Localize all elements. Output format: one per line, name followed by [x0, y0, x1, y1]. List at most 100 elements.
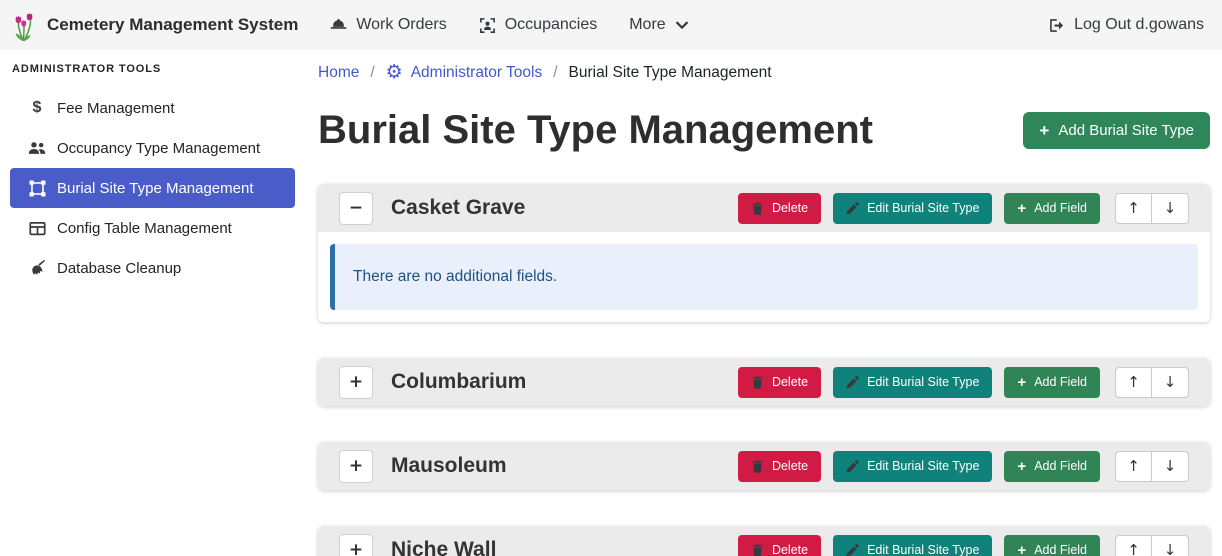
move-up-button[interactable]: ↑: [1115, 367, 1152, 398]
add-field-button[interactable]: +Add Field: [1004, 451, 1100, 482]
broom-icon: [27, 260, 47, 277]
panel-mausoleum: + Mausoleum Delete Edit Burial Site Type +Ad…: [318, 442, 1210, 490]
add-field-button[interactable]: + Add Field: [1004, 193, 1100, 224]
nav-link-label: More: [629, 16, 665, 34]
panel-actions: Delete Edit Burial Site Type + Add Field ↑↓: [738, 535, 1189, 556]
panel-header: +Niche WallDeleteEdit Burial Site Type+A…: [318, 526, 1210, 556]
panel-toggle-button[interactable]: −: [339, 192, 373, 225]
app-brand[interactable]: Cemetery Management System: [10, 8, 298, 42]
move-up-button[interactable]: ↑: [1115, 193, 1152, 224]
logout-label: Log Out d.gowans: [1074, 16, 1204, 34]
gear-icon: ⚙: [386, 63, 403, 82]
panel-header: −Casket Grave Delete Edit Burial Site Type…: [318, 184, 1210, 232]
sidebar-item-label: Occupancy Type Management: [57, 140, 260, 157]
burial-site-type-list: −Casket Grave Delete Edit Burial Site Type…: [318, 184, 1210, 556]
logout-button[interactable]: Log Out d.gowans: [1048, 16, 1204, 34]
sidebar-item-database-cleanup[interactable]: Database Cleanup: [10, 248, 295, 288]
plus-icon: +: [1017, 201, 1026, 216]
delete-button[interactable]: Delete: [738, 193, 821, 224]
pencil-icon: [846, 460, 859, 473]
panel-title: Columbarium: [391, 370, 526, 394]
edit-label: Edit Burial Site Type: [867, 375, 979, 389]
navbar-links: Work Orders Occupancies More: [330, 16, 688, 34]
table-icon: [27, 220, 47, 237]
breadcrumb: Home/⚙Administrator Tools/Burial Site Ty…: [318, 63, 1210, 82]
sidebar: Administrator Tools $ Fee Management Occup…: [0, 50, 308, 556]
edit-burial-site-type-button[interactable]: Edit Burial Site Type: [833, 193, 992, 224]
breadcrumb-label: Home: [318, 64, 359, 82]
move-down-button[interactable]: ↓: [1152, 193, 1189, 224]
add-field-button[interactable]: + Add Field: [1004, 535, 1100, 556]
delete-label: Delete: [772, 543, 808, 556]
add-burial-site-type-button[interactable]: + Add Burial Site Type: [1023, 112, 1210, 149]
add-field-label: Add Field: [1034, 543, 1087, 556]
top-navbar: Cemetery Management System Work Orders Oc…: [0, 0, 1222, 50]
logout-icon: [1048, 17, 1065, 34]
move-down-button[interactable]: ↓: [1152, 535, 1189, 556]
reorder-group: ↑↓: [1115, 535, 1189, 556]
trash-icon: [751, 460, 764, 473]
breadcrumb-item-administrator-tools[interactable]: ⚙Administrator Tools: [386, 63, 543, 82]
sidebar-item-fee-management[interactable]: $ Fee Management: [10, 88, 295, 128]
person-frame-icon: [479, 17, 496, 34]
tulip-logo-icon: [10, 8, 38, 42]
edit-label: Edit Burial Site Type: [867, 459, 979, 473]
edit-burial-site-type-button[interactable]: Edit Burial Site Type: [833, 367, 992, 398]
sidebar-item-label: Config Table Management: [57, 220, 232, 237]
trash-icon: [751, 202, 764, 215]
breadcrumb-separator: /: [553, 64, 557, 82]
breadcrumb-label: Burial Site Type Management: [569, 64, 772, 82]
sidebar-item-occupancy-type-management[interactable]: Occupancy Type Management: [10, 128, 295, 168]
move-up-button[interactable]: ↑: [1115, 535, 1152, 556]
nav-link-label: Occupancies: [505, 16, 598, 34]
panel-toggle-button[interactable]: +: [339, 450, 373, 483]
add-field-label: Add Field: [1034, 201, 1087, 215]
breadcrumb-item-burial-site-type-management: Burial Site Type Management: [569, 64, 772, 82]
delete-label: Delete: [772, 375, 808, 389]
nav-link-occupancies[interactable]: Occupancies: [479, 16, 598, 34]
panel-title: Mausoleum: [391, 454, 507, 478]
sidebar-nav: $ Fee Management Occupancy Type Management…: [0, 88, 308, 288]
sidebar-item-config-table-management[interactable]: Config Table Management: [10, 208, 295, 248]
delete-button[interactable]: Delete: [738, 367, 821, 398]
delete-button[interactable]: Delete: [738, 451, 821, 482]
dollar-icon: $: [27, 100, 47, 116]
panel-niche-wall: +Niche WallDeleteEdit Burial Site Type+A…: [318, 526, 1210, 556]
bounding-box-icon: [27, 180, 47, 197]
page-header: Burial Site Type Management + Add Burial…: [318, 96, 1210, 154]
panel-toggle-button[interactable]: +: [339, 366, 373, 399]
panel-actions: Delete Edit Burial Site Type + Add Field ↑↓: [738, 193, 1189, 224]
move-up-button[interactable]: ↑: [1115, 451, 1152, 482]
move-down-button[interactable]: ↓: [1152, 367, 1189, 398]
plus-icon: +: [1017, 459, 1026, 474]
delete-label: Delete: [772, 459, 808, 473]
delete-button[interactable]: Delete: [738, 535, 821, 556]
hard-hat-icon: [330, 17, 347, 34]
reorder-group: ↑↓: [1115, 193, 1189, 224]
reorder-group: ↑↓: [1115, 451, 1189, 482]
reorder-group: ↑↓: [1115, 367, 1189, 398]
people-icon: [27, 139, 47, 157]
plus-icon: +: [1017, 543, 1026, 556]
breadcrumb-item-home[interactable]: Home: [318, 64, 359, 82]
panel-actions: Delete Edit Burial Site Type +Add Field ↑↓: [738, 451, 1189, 482]
chevron-down-icon: [675, 18, 689, 32]
sidebar-item-burial-site-type-management[interactable]: Burial Site Type Management: [10, 168, 295, 208]
trash-icon: [751, 376, 764, 389]
pencil-icon: [846, 376, 859, 389]
edit-burial-site-type-button[interactable]: Edit Burial Site Type: [833, 535, 992, 556]
sidebar-item-label: Fee Management: [57, 100, 175, 117]
panel-body: There are no additional fields.: [318, 232, 1210, 322]
add-burial-site-type-label: Add Burial Site Type: [1058, 122, 1194, 139]
panel-casket-grave: −Casket Grave Delete Edit Burial Site Type…: [318, 184, 1210, 322]
panel-actions: Delete Edit Burial Site Type +Add Field ↑↓: [738, 367, 1189, 398]
add-field-button[interactable]: +Add Field: [1004, 367, 1100, 398]
edit-burial-site-type-button[interactable]: Edit Burial Site Type: [833, 451, 992, 482]
panel-toggle-button[interactable]: +: [339, 534, 373, 556]
nav-link-work-orders[interactable]: Work Orders: [330, 16, 446, 34]
move-down-button[interactable]: ↓: [1152, 451, 1189, 482]
panel-columbarium: + Columbarium Delete Edit Burial Site Type +…: [318, 358, 1210, 406]
panel-title: Casket Grave: [391, 196, 525, 220]
sidebar-heading: Administrator Tools: [12, 63, 308, 75]
nav-link-more[interactable]: More: [629, 16, 688, 34]
